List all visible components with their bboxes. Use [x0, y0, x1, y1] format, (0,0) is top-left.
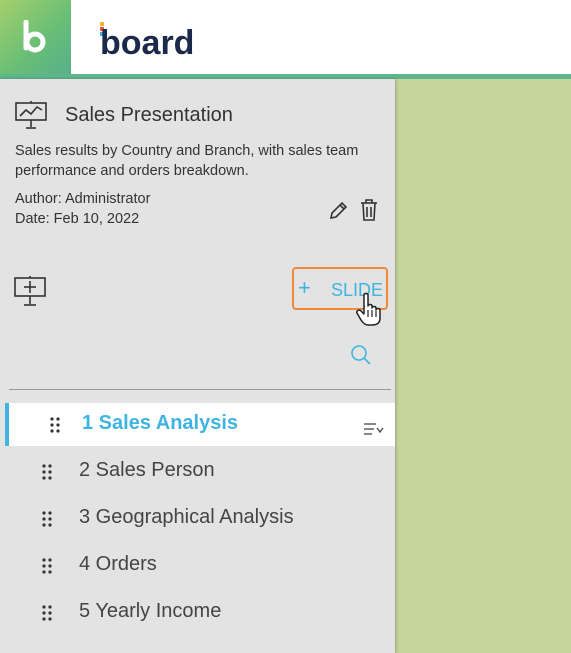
slide-label: 5 Yearly Income — [79, 600, 222, 622]
slide-item-geographical-analysis[interactable]: 3 Geographical Analysis — [0, 497, 395, 540]
add-presentation-icon[interactable] — [14, 275, 46, 311]
app-home-button[interactable] — [0, 0, 71, 74]
drag-handle-icon[interactable] — [42, 558, 52, 578]
search-icon[interactable] — [350, 344, 372, 370]
slide-item-sales-person[interactable]: 2 Sales Person — [0, 450, 395, 493]
presentation-author: Author: Administrator — [15, 191, 151, 207]
edit-icon[interactable] — [328, 199, 350, 225]
slide-label: 3 Geographical Analysis — [79, 506, 294, 528]
presentation-date: Date: Feb 10, 2022 — [15, 211, 140, 227]
top-bar: board — [0, 0, 571, 79]
plus-icon: + — [298, 275, 311, 300]
drag-handle-icon[interactable] — [50, 417, 60, 437]
presentation-icon — [15, 100, 47, 134]
slide-item-orders[interactable]: 4 Orders — [0, 544, 395, 587]
app-b-icon — [23, 20, 46, 53]
slide-item-yearly-income[interactable]: 5 Yearly Income — [0, 591, 395, 634]
drag-handle-icon[interactable] — [42, 605, 52, 625]
board-logo: board — [100, 22, 210, 62]
presentation-description: Sales results by Country and Branch, wit… — [15, 143, 359, 179]
slide-label: 1 Sales Analysis — [82, 412, 239, 434]
presentation-canvas[interactable] — [395, 79, 571, 653]
drag-handle-icon[interactable] — [42, 464, 52, 484]
panel-divider — [9, 389, 391, 390]
slide-label: 2 Sales Person — [79, 459, 215, 481]
drag-handle-icon[interactable] — [42, 511, 52, 531]
presentation-title: Sales Presentation — [65, 104, 233, 126]
slide-item-sales-analysis[interactable]: 1 Sales Analysis — [5, 403, 395, 446]
slide-menu-icon[interactable] — [363, 420, 385, 439]
presentation-panel: Sales Presentation Sales results by Coun… — [0, 79, 395, 653]
slide-label: 4 Orders — [79, 553, 157, 575]
svg-text:board: board — [100, 24, 194, 58]
trash-icon[interactable] — [359, 198, 379, 226]
hand-cursor-icon — [356, 292, 382, 330]
